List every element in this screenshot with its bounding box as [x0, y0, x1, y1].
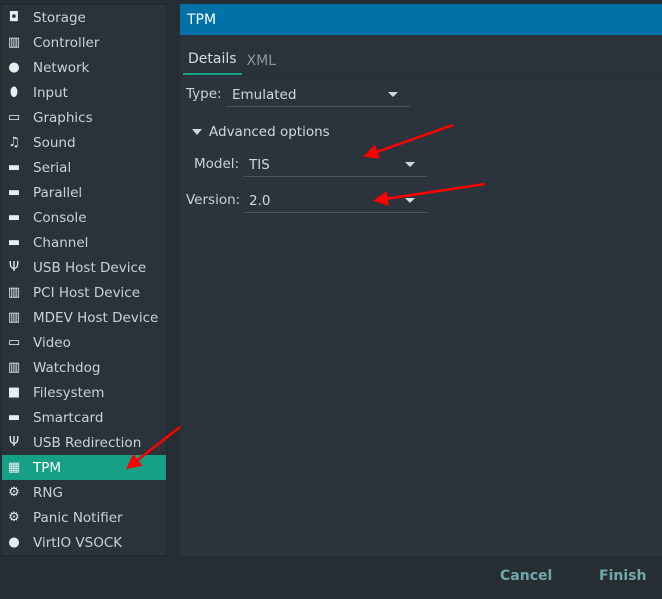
sidebar-item-input[interactable]: ⬮ Input	[2, 80, 166, 105]
sidebar-item-tpm[interactable]: ▦ TPM	[2, 455, 166, 480]
version-label: Version:	[186, 192, 241, 208]
sidebar-item-label: Watchdog	[33, 359, 101, 376]
sidebar-item-label: Storage	[33, 9, 86, 26]
sidebar-item-label: USB Redirection	[33, 434, 142, 451]
gears-icon: ⚙	[8, 510, 20, 525]
sidebar-item-controller[interactable]: ▥ Controller	[2, 30, 166, 55]
console-port-icon: ▬	[7, 210, 21, 225]
sidebar-item-channel[interactable]: ▬ Channel	[2, 230, 166, 255]
sidebar-item-parallel[interactable]: ▬ Parallel	[2, 180, 166, 205]
chevron-down-icon	[405, 162, 415, 167]
sidebar-item-video[interactable]: ▭ Video	[2, 330, 166, 355]
channel-port-icon: ▬	[7, 235, 21, 250]
panel-title: TPM	[180, 4, 662, 35]
storage-icon: ◘	[8, 10, 20, 25]
chip-icon: ▦	[7, 460, 21, 475]
sidebar-item-label: USB Host Device	[33, 259, 147, 276]
chevron-down-icon	[405, 198, 415, 203]
sidebar-item-label: Controller	[33, 34, 100, 51]
version-dropdown[interactable]: 2.0	[243, 189, 427, 213]
mouse-icon: ⬮	[9, 85, 19, 100]
sidebar-item-label: Channel	[33, 234, 89, 251]
gears-icon: ⚙	[8, 485, 20, 500]
sidebar-item-usb-redirection[interactable]: Ψ USB Redirection	[2, 430, 166, 455]
advanced-options-label: Advanced options	[209, 124, 330, 140]
sidebar-item-filesystem[interactable]: ■ Filesystem	[2, 380, 166, 405]
usb-icon: Ψ	[8, 260, 20, 275]
expander-triangle-icon	[192, 129, 202, 135]
sidebar-item-label: Graphics	[33, 109, 93, 126]
cancel-button[interactable]: Cancel	[500, 568, 552, 584]
pci-card-icon: ▥	[7, 360, 21, 375]
sidebar-item-label: Sound	[33, 134, 76, 151]
sidebar-item-label: Input	[33, 84, 68, 101]
sidebar-item-label: Filesystem	[33, 384, 105, 401]
network-icon: ●	[8, 535, 20, 550]
sound-icon: ♫	[8, 135, 20, 150]
type-value: Emulated	[232, 86, 297, 103]
sidebar-item-smartcard[interactable]: ▬ Smartcard	[2, 405, 166, 430]
sidebar-item-usb-host-device[interactable]: Ψ USB Host Device	[2, 255, 166, 280]
sidebar-item-label: Parallel	[33, 184, 83, 201]
parallel-port-icon: ▬	[7, 185, 21, 200]
sidebar-item-label: TPM	[33, 459, 62, 476]
sidebar-item-label: Smartcard	[33, 409, 104, 426]
network-icon: ●	[8, 60, 20, 75]
version-value: 2.0	[249, 192, 271, 209]
model-value: TIS	[249, 156, 270, 173]
sidebar-item-rng[interactable]: ⚙ RNG	[2, 480, 166, 505]
sidebar-item-label: PCI Host Device	[33, 284, 141, 301]
sidebar-item-label: VirtIO VSOCK	[33, 534, 123, 551]
sidebar-item-mdev-host-device[interactable]: ▥ MDEV Host Device	[2, 305, 166, 330]
tab-bar: Details XML	[180, 35, 662, 76]
sidebar-item-label: Video	[33, 334, 71, 351]
sidebar-item-storage[interactable]: ◘ Storage	[2, 5, 166, 30]
device-list[interactable]: ◘ Storage ▥ Controller ● Network ⬮ Input ▭ Graphi…	[1, 4, 167, 556]
type-dropdown[interactable]: Emulated	[226, 83, 410, 107]
finish-button[interactable]: Finish	[599, 568, 646, 584]
sidebar-item-pci-host-device[interactable]: ▥ PCI Host Device	[2, 280, 166, 305]
sidebar-item-label: MDEV Host Device	[33, 309, 159, 326]
monitor-icon: ▭	[7, 110, 21, 125]
monitor-icon: ▭	[7, 335, 21, 350]
type-label: Type:	[186, 86, 222, 102]
sidebar-item-label: Console	[33, 209, 87, 226]
pci-card-icon: ▥	[7, 310, 21, 325]
tab-xml[interactable]: XML	[242, 53, 281, 75]
tab-details[interactable]: Details	[183, 51, 242, 75]
usb-icon: Ψ	[8, 435, 20, 450]
serial-port-icon: ▬	[7, 160, 21, 175]
sidebar-item-graphics[interactable]: ▭ Graphics	[2, 105, 166, 130]
pci-card-icon: ▥	[7, 285, 21, 300]
sidebar-item-label: Network	[33, 59, 90, 76]
controller-icon: ▥	[7, 35, 21, 50]
sidebar-item-virtio-vsock[interactable]: ● VirtIO VSOCK	[2, 530, 166, 555]
chevron-down-icon	[388, 92, 398, 97]
advanced-options-expander[interactable]: Advanced options	[192, 124, 330, 140]
sidebar-item-console[interactable]: ▬ Console	[2, 205, 166, 230]
folder-icon: ■	[7, 385, 21, 400]
model-label: Model:	[194, 156, 240, 172]
sidebar-item-label: Panic Notifier	[33, 509, 123, 526]
sidebar-item-watchdog[interactable]: ▥ Watchdog	[2, 355, 166, 380]
smartcard-icon: ▬	[7, 410, 21, 425]
sidebar-item-panic-notifier[interactable]: ⚙ Panic Notifier	[2, 505, 166, 530]
sidebar-item-label: Serial	[33, 159, 72, 176]
model-dropdown[interactable]: TIS	[243, 153, 427, 177]
sidebar-item-serial[interactable]: ▬ Serial	[2, 155, 166, 180]
sidebar-item-sound[interactable]: ♫ Sound	[2, 130, 166, 155]
sidebar-item-network[interactable]: ● Network	[2, 55, 166, 80]
sidebar-item-label: RNG	[33, 484, 63, 501]
